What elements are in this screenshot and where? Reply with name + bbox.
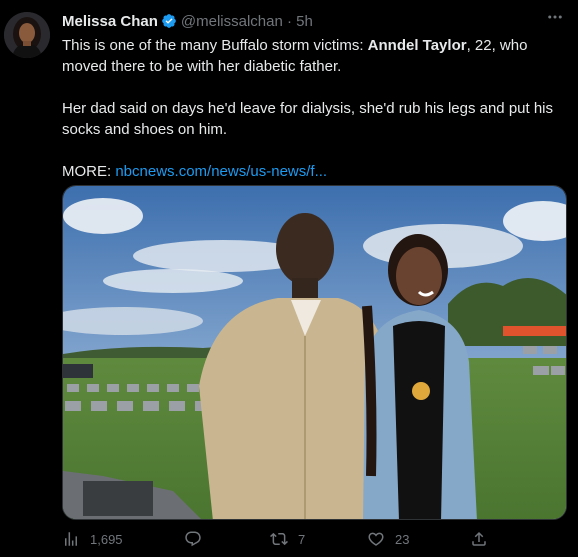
views-count: 1,695 bbox=[90, 531, 123, 547]
reply-button[interactable] bbox=[184, 530, 212, 548]
tweet-text: This is one of the many Buffalo storm vi… bbox=[62, 35, 567, 182]
views-button[interactable]: 1,695 bbox=[62, 530, 123, 548]
share-icon bbox=[472, 531, 486, 546]
like-count: 23 bbox=[395, 531, 410, 547]
more-options-button[interactable] bbox=[546, 8, 564, 31]
share-button[interactable] bbox=[470, 530, 498, 548]
heart-icon bbox=[368, 532, 384, 546]
text-p1-prefix: This is one of the many Buffalo storm vi… bbox=[62, 37, 368, 54]
timestamp[interactable]: 5h bbox=[296, 13, 313, 30]
author-name[interactable]: Melissa Chan bbox=[62, 13, 158, 30]
retweet-icon bbox=[270, 532, 288, 546]
tweet: Melissa Chan @melissalchan · 5h This is o… bbox=[0, 0, 578, 557]
retweet-count: 7 bbox=[298, 531, 306, 547]
verified-badge-icon bbox=[161, 13, 177, 34]
paragraph-1: This is one of the many Buffalo storm vi… bbox=[62, 35, 567, 77]
paragraph-2: Her dad said on days he'd leave for dial… bbox=[62, 100, 554, 138]
retweet-button[interactable]: 7 bbox=[270, 530, 305, 548]
author-handle[interactable]: @melissalchan bbox=[181, 13, 283, 30]
more-horizontal-icon bbox=[548, 15, 562, 19]
more-label: MORE: bbox=[62, 163, 116, 180]
paragraph-3: MORE: nbcnews.com/news/us-news/f... bbox=[62, 161, 567, 182]
views-icon bbox=[65, 532, 77, 546]
header-separator: · bbox=[286, 13, 292, 30]
avatar[interactable] bbox=[4, 12, 50, 58]
tweet-actions: 1,695 7 23 bbox=[62, 530, 567, 554]
reply-icon bbox=[185, 531, 201, 547]
like-button[interactable]: 23 bbox=[367, 530, 409, 548]
tweet-photo[interactable] bbox=[62, 185, 567, 520]
mention-name: Anndel Taylor bbox=[367, 37, 467, 54]
article-link[interactable]: nbcnews.com/news/us-news/f... bbox=[115, 163, 327, 180]
tweet-header: Melissa Chan @melissalchan · 5h bbox=[62, 13, 313, 34]
